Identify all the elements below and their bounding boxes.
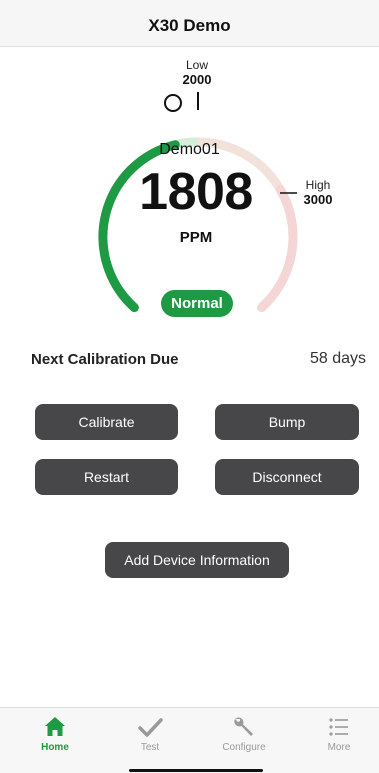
disconnect-button[interactable]: Disconnect — [215, 459, 359, 495]
navigation-bar: X30 Demo — [0, 0, 379, 47]
home-icon — [20, 714, 90, 740]
restart-button[interactable]: Restart — [35, 459, 178, 495]
gas-reading: 1808 — [139, 163, 253, 221]
tab-test-label: Test — [140, 742, 160, 753]
wrench-icon — [209, 714, 279, 740]
tab-more-label: More — [327, 742, 351, 753]
tab-bar: Home Test Configure More — [0, 707, 379, 773]
calibration-value: 58 days — [309, 350, 366, 367]
reading-unit: PPM — [179, 229, 213, 246]
low-label-text: Low — [185, 58, 208, 72]
device-name: Demo01 — [159, 141, 220, 158]
page-title: X30 Demo — [148, 16, 231, 35]
bump-button[interactable]: Bump — [215, 404, 359, 440]
app-screen: X30 Demo Low 2000 High 3000 Demo01 1808 … — [0, 0, 379, 773]
low-threshold-label: Low 2000 — [172, 58, 222, 88]
home-indicator — [129, 769, 263, 772]
tab-configure-label: Configure — [222, 742, 266, 753]
tab-home[interactable]: Home — [20, 714, 90, 753]
gas-gauge: Low 2000 High 3000 Demo01 1808 PPM — [0, 46, 379, 326]
tab-test[interactable]: Test — [115, 714, 185, 753]
calibrate-button[interactable]: Calibrate — [35, 404, 178, 440]
status-badge: Normal — [161, 290, 233, 317]
tab-home-label: Home — [41, 742, 69, 753]
tab-configure[interactable]: Configure — [209, 714, 279, 753]
gauge-knob[interactable] — [164, 94, 182, 112]
low-value-text: 2000 — [182, 72, 212, 88]
calibration-row: Next Calibration Due 58 days — [31, 348, 366, 370]
tab-more[interactable]: More — [304, 714, 374, 753]
calibration-label: Next Calibration Due — [31, 350, 179, 368]
add-device-information-button[interactable]: Add Device Information — [105, 542, 289, 578]
list-icon — [304, 714, 374, 740]
checkmark-icon — [115, 714, 185, 740]
